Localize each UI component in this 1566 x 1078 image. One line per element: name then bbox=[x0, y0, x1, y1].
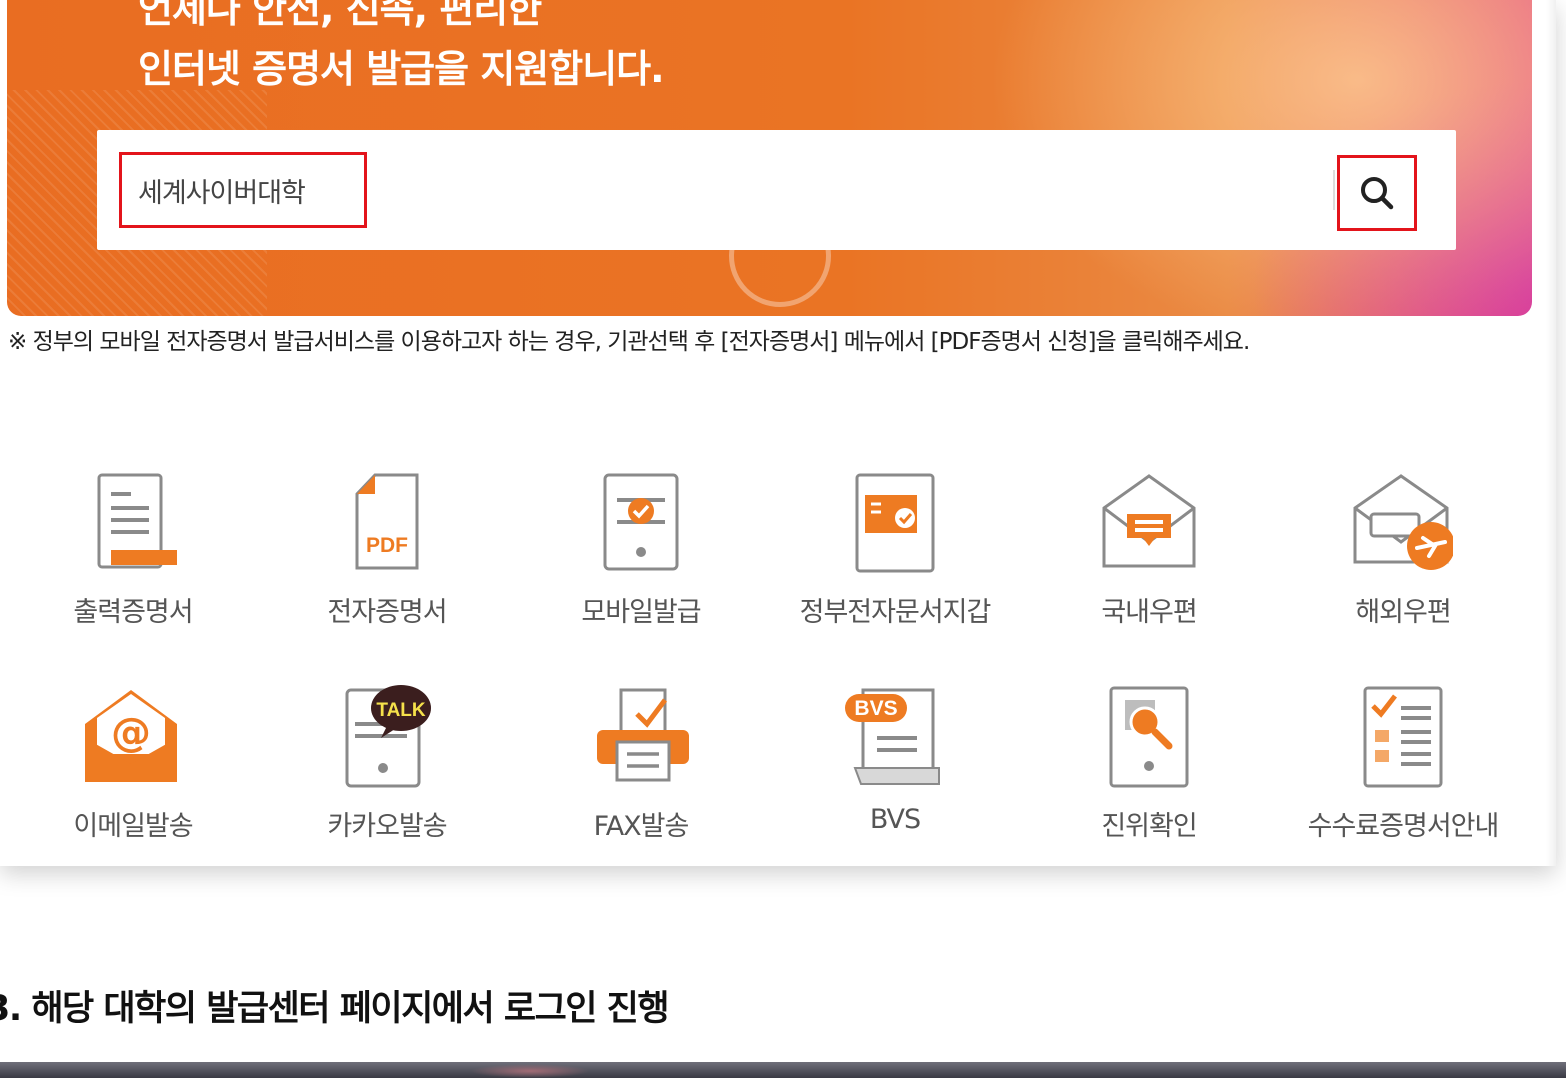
service-label: 해외우편 bbox=[1355, 597, 1451, 628]
search-button[interactable] bbox=[1337, 155, 1417, 231]
service-domestic-mail[interactable]: 국내우편 bbox=[1022, 470, 1276, 630]
fee-checklist-icon bbox=[1363, 686, 1443, 788]
service-label: FAX발송 bbox=[593, 811, 690, 842]
card-edge-shadow bbox=[1546, 0, 1556, 866]
service-label: 수수료증명서안내 bbox=[1307, 811, 1500, 842]
kakao-talk-icon: TALK bbox=[345, 685, 431, 788]
mobile-certificate-notice: ※ 정부의 모바일 전자증명서 발급서비스를 이용하고자 하는 경우, 기관선택… bbox=[8, 329, 1250, 355]
step-heading: 3. 해당 대학의 발급센터 페이지에서 로그인 진행 bbox=[0, 989, 670, 1029]
search-input[interactable] bbox=[119, 152, 367, 228]
portal-card: 언제나 안전, 신속, 편리한 인터넷 증명서 발급을 지원합니다. ※ 정부의… bbox=[0, 0, 1556, 866]
service-verification[interactable]: 진위확인 bbox=[1022, 684, 1276, 844]
service-label: 국내우편 bbox=[1101, 597, 1197, 628]
pdf-file-icon: PDF bbox=[355, 473, 419, 570]
service-label: 출력증명서 bbox=[73, 597, 193, 628]
verification-icon bbox=[1109, 686, 1189, 788]
service-label: 모바일발급 bbox=[581, 597, 701, 628]
service-gov-e-wallet[interactable]: 정부전자문서지갑 bbox=[768, 470, 1022, 630]
document-print-icon bbox=[97, 473, 177, 569]
service-label: 진위확인 bbox=[1101, 811, 1197, 842]
bvs-icon: BVS bbox=[845, 688, 940, 785]
service-fax[interactable]: FAX발송 bbox=[514, 684, 768, 844]
mobile-certificate-icon bbox=[603, 473, 679, 571]
service-mobile-issue[interactable]: 모바일발급 bbox=[514, 470, 768, 630]
svg-text:@: @ bbox=[111, 710, 151, 756]
e-wallet-icon bbox=[855, 473, 935, 573]
pdf-badge-text: PDF bbox=[366, 534, 408, 557]
strip-highlight bbox=[470, 1064, 590, 1078]
service-international-mail[interactable]: 해외우편 bbox=[1276, 470, 1530, 630]
email-icon: @ bbox=[85, 690, 177, 782]
service-kakao[interactable]: TALK 카카오발송 bbox=[260, 684, 514, 844]
search-divider bbox=[1333, 170, 1335, 210]
international-mail-icon bbox=[1353, 474, 1453, 570]
service-bvs[interactable]: BVS BVS bbox=[768, 684, 1022, 844]
service-print-certificate[interactable]: 출력증명서 bbox=[6, 470, 260, 630]
service-fee-certificate-guide[interactable]: 수수료증명서안내 bbox=[1276, 684, 1530, 844]
service-label: 카카오발송 bbox=[327, 811, 447, 842]
headline-line-1: 언제나 안전, 신속, 편리한 bbox=[138, 0, 542, 31]
domestic-mail-icon bbox=[1102, 474, 1196, 568]
fax-icon bbox=[597, 688, 689, 782]
talk-badge-text: TALK bbox=[376, 700, 426, 721]
service-e-certificate[interactable]: PDF 전자증명서 bbox=[260, 470, 514, 630]
hero-banner: 언제나 안전, 신속, 편리한 인터넷 증명서 발급을 지원합니다. bbox=[7, 0, 1532, 316]
headline-line-2: 인터넷 증명서 발급을 지원합니다. bbox=[138, 47, 665, 91]
service-label: 정부전자문서지갑 bbox=[799, 597, 992, 628]
next-screenshot-top-edge bbox=[0, 1062, 1566, 1078]
bvs-badge-text: BVS bbox=[854, 697, 897, 720]
service-label: BVS bbox=[869, 804, 921, 835]
search-bar bbox=[97, 130, 1456, 250]
service-label: 전자증명서 bbox=[327, 597, 447, 628]
search-icon bbox=[1361, 177, 1394, 210]
service-label: 이메일발송 bbox=[73, 811, 193, 842]
service-email[interactable]: @ 이메일발송 bbox=[6, 684, 260, 844]
